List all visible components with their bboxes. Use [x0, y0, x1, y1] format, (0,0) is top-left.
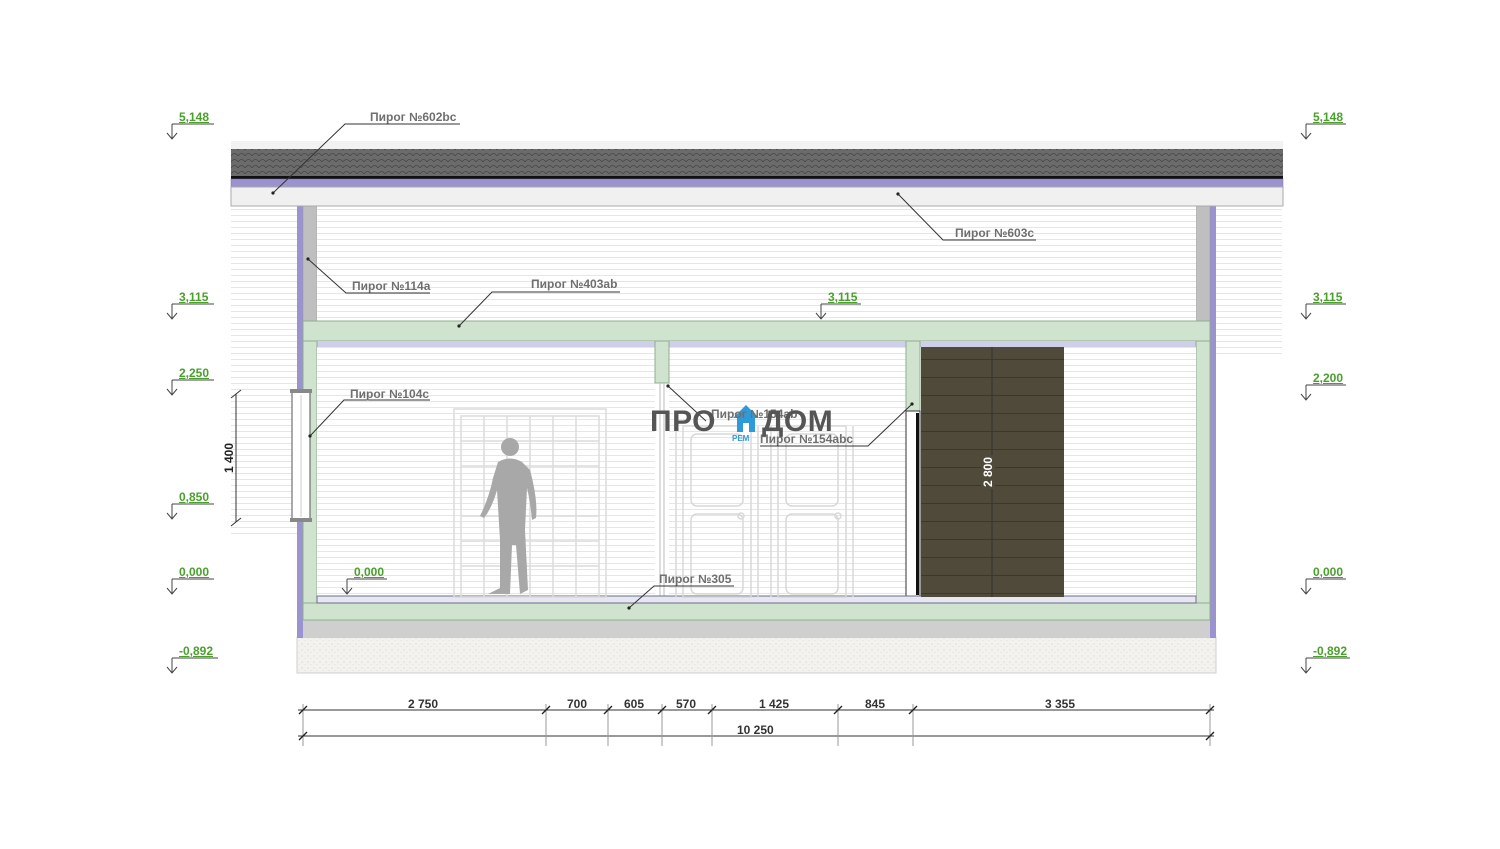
logo-text-left: ПРО — [650, 405, 717, 438]
left-attic-wall — [302, 205, 318, 322]
dim-segment-6: 845 — [865, 697, 886, 711]
level-left-0850: 0,850 — [179, 490, 210, 504]
level-right-3115: 3,115 — [1313, 290, 1343, 304]
ceiling-beam — [302, 320, 1211, 342]
label-pirog-603c: Пирог №603c — [955, 226, 1035, 240]
dim-segment-3: 605 — [624, 697, 645, 711]
dim-segment-1: 2 750 — [408, 697, 439, 711]
level-right-5148: 5,148 — [1313, 110, 1344, 124]
ground-fill — [296, 636, 1217, 674]
level-left-5148: 5,148 — [179, 110, 210, 124]
right-wall-insulation — [1210, 206, 1216, 638]
right-wall-post — [1195, 340, 1211, 604]
logo-subtext: РЕМ — [732, 434, 750, 443]
level-right-0000: 0,000 — [1313, 565, 1344, 579]
level-inner-ceiling: 3,115 — [828, 290, 858, 304]
label-pirog-305: Пирог №305 — [659, 572, 732, 586]
floor-slab — [302, 602, 1211, 621]
floor-finish — [316, 595, 1197, 604]
label-pirog-104c: Пирог №104c — [350, 387, 430, 401]
roof-membrane — [231, 176, 1283, 179]
level-left-0000: 0,000 — [179, 565, 210, 579]
foundation — [303, 620, 1210, 638]
room-left-bay — [317, 347, 655, 597]
label-pirog-602bc: Пирог №602bc — [370, 110, 457, 124]
roof-shingles — [231, 149, 1283, 176]
room-right-bay — [1064, 347, 1196, 597]
attic-interior — [317, 206, 1196, 321]
interior-post-1 — [654, 340, 670, 384]
roof-ceiling-board — [230, 186, 1284, 207]
dim-window-height: 1 400 — [222, 442, 237, 474]
side-siding-left — [231, 206, 299, 536]
interior-post-2 — [905, 340, 921, 412]
dim-segment-5: 1 425 — [759, 697, 790, 711]
dim-segment-2: 700 — [567, 697, 588, 711]
roof-upper-strip — [231, 141, 1283, 149]
dim-segment-7: 3 355 — [1045, 697, 1076, 711]
logo-text-right: ДОМ — [762, 405, 834, 438]
elevation-drawing: 5,148 3,115 2,250 0,850 0,000 -0,892 5,1… — [0, 0, 1500, 849]
level-right-minus0892: -0,892 — [1313, 644, 1348, 658]
side-siding-right — [1214, 206, 1282, 354]
drawing-canvas — [166, 123, 1350, 746]
dim-total: 10 250 — [737, 723, 774, 737]
right-attic-wall — [1195, 205, 1211, 322]
room-mid-bay — [669, 347, 906, 597]
level-right-2200: 2,200 — [1313, 371, 1344, 385]
level-left-3115: 3,115 — [179, 290, 209, 304]
roof-insulation — [230, 178, 1284, 188]
label-pirog-403ab: Пирог №403ab — [531, 277, 618, 291]
label-pirog-114a: Пирог №114a — [352, 279, 431, 293]
level-left-2250: 2,250 — [179, 366, 210, 380]
level-left-minus0892: -0,892 — [179, 644, 214, 658]
dim-segment-4: 570 — [676, 697, 697, 711]
dim-door-height: 2 800 — [981, 454, 996, 490]
level-inner-floor: 0,000 — [354, 565, 385, 579]
ceiling-insulation — [317, 341, 1196, 347]
